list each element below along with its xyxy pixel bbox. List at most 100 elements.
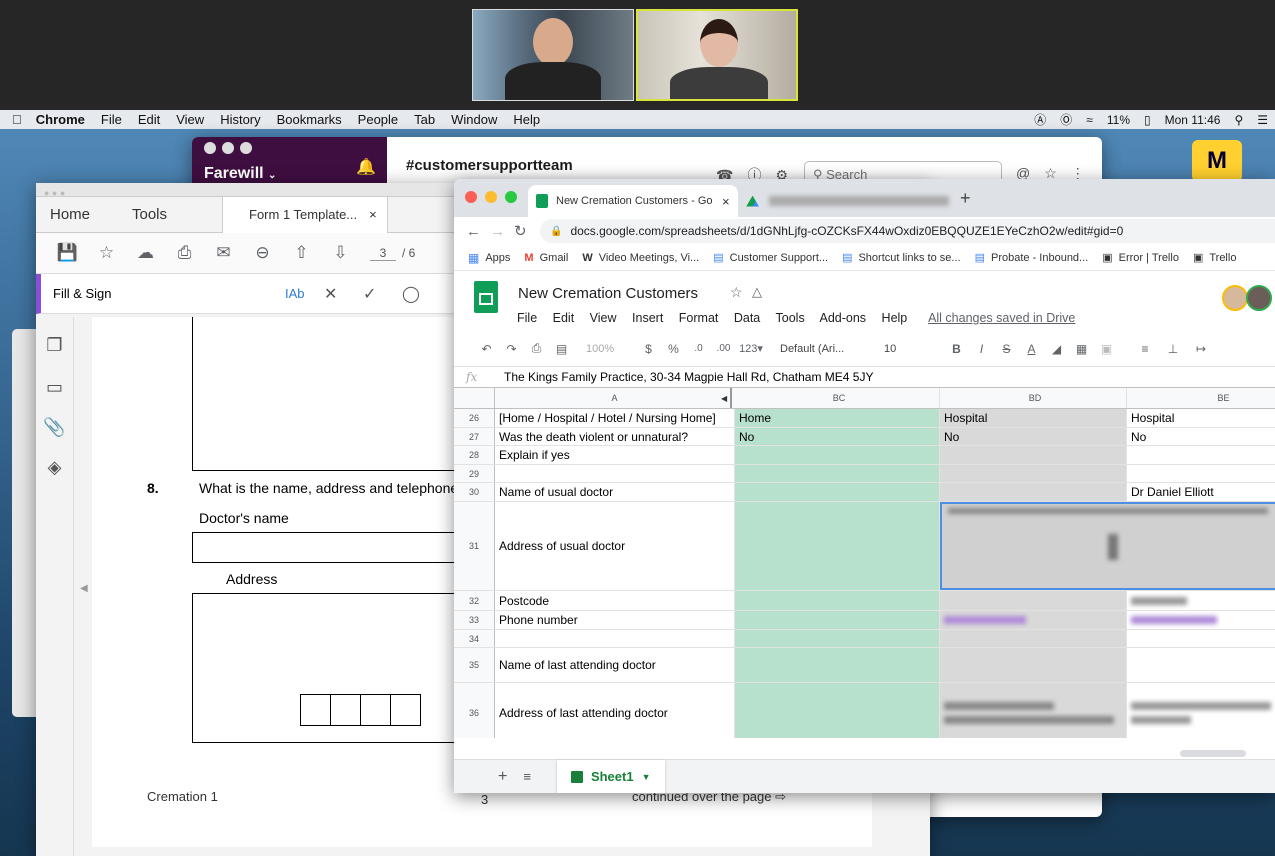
- sheets-menu-edit[interactable]: Edit: [553, 311, 575, 325]
- cell-be[interactable]: [1127, 630, 1275, 647]
- italic-icon[interactable]: I: [969, 342, 994, 356]
- save-status[interactable]: All changes saved in Drive: [928, 311, 1075, 325]
- cell-bd[interactable]: [940, 630, 1127, 647]
- cell-bd-blurred[interactable]: [940, 611, 1127, 629]
- bookmark-icon[interactable]: ▭: [36, 377, 73, 417]
- cell-be[interactable]: [1127, 648, 1275, 682]
- column-header-bc[interactable]: BC: [735, 388, 940, 408]
- cell-bc[interactable]: [735, 591, 940, 610]
- column-header-bd[interactable]: BD: [940, 388, 1127, 408]
- horizontal-scrollbar[interactable]: [1180, 750, 1246, 757]
- status-a-icon[interactable]: Ⓐ: [1034, 111, 1046, 128]
- channel-name[interactable]: #customersupportteam: [406, 157, 573, 174]
- cell-be[interactable]: No: [1127, 428, 1275, 445]
- column-collapse-arrow-icon[interactable]: ◀: [721, 394, 727, 403]
- more-formats-icon[interactable]: 123▾: [736, 342, 766, 355]
- cell-a[interactable]: Address of last attending doctor: [495, 683, 735, 738]
- move-to-drive-icon[interactable]: △: [752, 284, 762, 300]
- cell-bc[interactable]: [735, 630, 940, 647]
- cell-a[interactable]: [495, 630, 735, 647]
- cell-bd[interactable]: [940, 465, 1127, 482]
- cell-be[interactable]: [1127, 446, 1275, 464]
- menu-file[interactable]: File: [101, 112, 122, 127]
- wifi-icon[interactable]: ≈: [1086, 113, 1093, 127]
- row-number[interactable]: 36: [454, 683, 495, 738]
- percent-icon[interactable]: %: [661, 342, 686, 356]
- postcode-boxes[interactable]: [300, 694, 421, 726]
- font-size-select[interactable]: 10: [884, 343, 924, 355]
- cell-bd[interactable]: [940, 483, 1127, 501]
- cell-be-blurred[interactable]: [1127, 591, 1275, 610]
- sheet-tab[interactable]: Sheet1 ▼: [556, 759, 665, 793]
- save-icon[interactable]: 💾: [48, 243, 87, 263]
- reload-icon[interactable]: ↻: [514, 222, 540, 240]
- collapse-panel-arrow-icon[interactable]: ◀: [80, 583, 88, 594]
- all-sheets-icon[interactable]: ≡: [523, 769, 531, 784]
- text-wrap-icon[interactable]: ↦: [1187, 342, 1215, 356]
- chevron-down-icon[interactable]: ▼: [642, 772, 651, 782]
- menu-app-name[interactable]: Chrome: [36, 112, 85, 127]
- select-all-corner[interactable]: [454, 388, 495, 408]
- align-icon[interactable]: ≡: [1131, 342, 1159, 356]
- fill-color-icon[interactable]: ◢: [1044, 342, 1069, 356]
- formula-input[interactable]: The Kings Family Practice, 30-34 Magpie …: [504, 370, 874, 384]
- menu-view[interactable]: View: [176, 112, 204, 127]
- menu-edit[interactable]: Edit: [138, 112, 160, 127]
- cell-be-blurred[interactable]: [1127, 683, 1275, 738]
- cell-bc[interactable]: [735, 446, 940, 464]
- menu-bookmarks[interactable]: Bookmarks: [277, 112, 342, 127]
- close-tab-icon[interactable]: ×: [369, 207, 377, 222]
- menu-history[interactable]: History: [220, 112, 260, 127]
- menu-people[interactable]: People: [358, 112, 398, 127]
- row-number[interactable]: 35: [454, 648, 495, 682]
- bookmark-error-trello[interactable]: Error | Trello: [1119, 252, 1179, 264]
- battery-percent[interactable]: 11%: [1107, 113, 1130, 127]
- cell-bc[interactable]: [735, 611, 940, 629]
- workspace-name[interactable]: Farewill: [204, 165, 264, 182]
- bookmark-video-meetings[interactable]: Video Meetings, Vi...: [599, 252, 700, 264]
- sheets-menu-file[interactable]: File: [517, 311, 537, 325]
- zoom-out-icon[interactable]: ⊖: [243, 243, 282, 263]
- cell-a[interactable]: Was the death violent or unnatural?: [495, 428, 735, 445]
- star-icon[interactable]: ☆: [87, 243, 126, 263]
- cell-bc[interactable]: [735, 465, 940, 482]
- currency-icon[interactable]: $: [636, 342, 661, 356]
- row-number[interactable]: 26: [454, 409, 495, 427]
- cell-be[interactable]: [1127, 465, 1275, 482]
- tab-active[interactable]: New Cremation Customers - Go ×: [528, 185, 738, 217]
- maximize-window-button[interactable]: [505, 191, 517, 203]
- bold-icon[interactable]: B: [944, 342, 969, 356]
- clock[interactable]: Mon 11:46: [1165, 113, 1221, 127]
- cell-a[interactable]: Explain if yes: [495, 446, 735, 464]
- collaborator-avatar[interactable]: [1246, 285, 1272, 311]
- cell-a[interactable]: [495, 465, 735, 482]
- cell-bd[interactable]: No: [940, 428, 1127, 445]
- status-o-icon[interactable]: Ⓞ: [1060, 111, 1072, 128]
- mail-icon[interactable]: ✉: [204, 243, 243, 263]
- layers-icon[interactable]: ◈: [36, 457, 73, 497]
- cell-bc[interactable]: Home: [735, 409, 940, 427]
- row-number[interactable]: 34: [454, 630, 495, 647]
- cell-bd[interactable]: Hospital: [940, 409, 1127, 427]
- minimize-window-button[interactable]: [485, 191, 497, 203]
- sheets-menu-format[interactable]: Format: [679, 311, 719, 325]
- tab-tools[interactable]: Tools: [132, 206, 222, 223]
- cell-a[interactable]: Postcode: [495, 591, 735, 610]
- url-bar[interactable]: 🔒 docs.google.com/spreadsheets/d/1dGNhLj…: [540, 219, 1275, 243]
- strikethrough-icon[interactable]: S: [994, 342, 1019, 356]
- sheets-menu-insert[interactable]: Insert: [632, 311, 663, 325]
- spotlight-icon[interactable]: ⚲: [1234, 113, 1243, 127]
- row-number[interactable]: 27: [454, 428, 495, 445]
- cell-be[interactable]: Dr Daniel Elliott: [1127, 483, 1275, 501]
- page-up-icon[interactable]: ⇧: [282, 243, 321, 263]
- bookmark-trello[interactable]: Trello: [1209, 252, 1236, 264]
- video-tile-participant-1[interactable]: [472, 9, 634, 101]
- close-window-button[interactable]: [465, 191, 477, 203]
- cell-be[interactable]: Hospital: [1127, 409, 1275, 427]
- new-tab-icon[interactable]: +: [960, 188, 971, 209]
- bookmark-probate[interactable]: Probate - Inbound...: [991, 252, 1088, 264]
- pages-panel-icon[interactable]: ❐: [36, 335, 73, 377]
- row-number[interactable]: 29: [454, 465, 495, 482]
- print-icon[interactable]: ⎙: [524, 341, 549, 356]
- redo-icon[interactable]: ↷: [499, 342, 524, 356]
